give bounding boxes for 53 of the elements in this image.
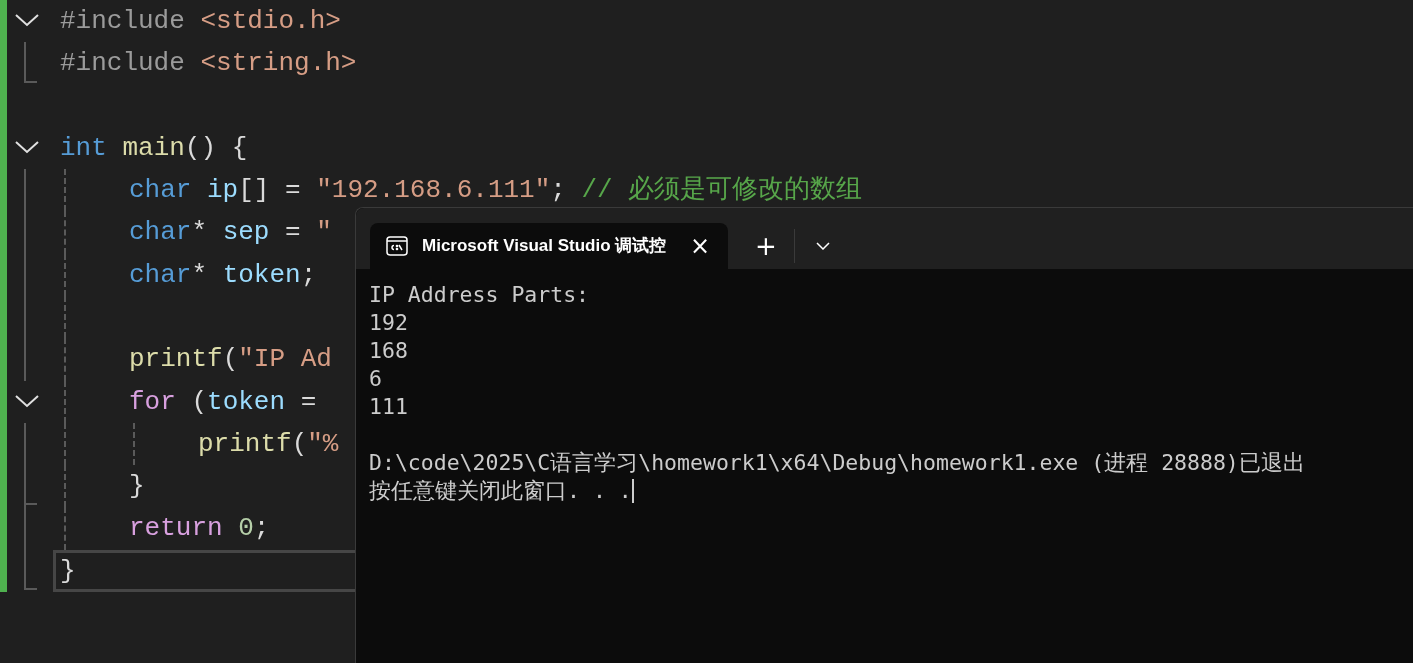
keyword: char [129,259,192,290]
control-keyword: return [129,513,224,544]
function-name: main [122,132,185,163]
string-literal: "IP Ad [238,344,332,375]
number-literal: 0 [238,513,254,544]
preprocessor-directive: #include [60,6,186,36]
variable-name: ip [207,175,239,206]
code-text: = [284,217,302,248]
terminal-tab[interactable]: Microsoft Visual Studio 调试控 × [370,223,728,269]
code-text: ; [253,513,270,544]
code-text: } [60,555,76,586]
console-output-line: 111 [369,393,408,421]
string-literal: <string.h> [200,48,357,79]
fold-chevron-icon[interactable] [14,138,40,155]
keyword: char [129,217,192,248]
code-comment: // 必须是可修改的数组 [581,175,863,206]
keyword: char [129,175,193,206]
variable-name: token [207,386,286,417]
code-text: ( [222,344,239,375]
variable-name: sep [222,217,270,248]
keyword: int [60,132,108,163]
code-text: ( [291,428,308,459]
console-output-line: IP Address Parts: [369,281,590,309]
preprocessor-directive: #include [60,48,186,79]
fold-chevron-icon[interactable] [14,392,40,409]
tab-title: Microsoft Visual Studio 调试控 [422,235,668,258]
console-output-line: 6 [369,365,382,393]
control-keyword: for [129,386,177,417]
code-text: * [191,259,209,290]
code-text: * [191,217,209,248]
string-literal: " [316,217,332,248]
code-text: } [129,471,145,502]
code-text: [] = [238,175,302,206]
console-icon [386,236,408,256]
new-tab-button[interactable]: + [748,228,784,264]
chevron-down-icon [816,242,830,250]
string-literal: <stdio.h> [200,6,341,36]
close-tab-button[interactable]: × [689,234,710,258]
function-name: printf [129,344,223,375]
console-output-line: D:\code\2025\C语言学习\homework1\x64\Debug\homework1.exe (进程 28888)已退出 [369,449,1305,477]
console-output-line: 168 [369,337,408,365]
code-text: ( [191,386,208,417]
console-output-line: 192 [369,309,408,337]
string-literal: "% [307,428,339,459]
code-text: () { [184,132,248,163]
code-text: ; [550,175,567,206]
fold-chevron-icon[interactable] [14,12,40,28]
variable-name: token [222,259,301,290]
console-output-line: 按任意键关闭此窗口. . . [369,477,632,505]
code-text: = [299,386,318,417]
function-name: printf [198,428,292,459]
string-literal: "192.168.6.111" [316,175,551,206]
code-text: ; [300,259,317,290]
